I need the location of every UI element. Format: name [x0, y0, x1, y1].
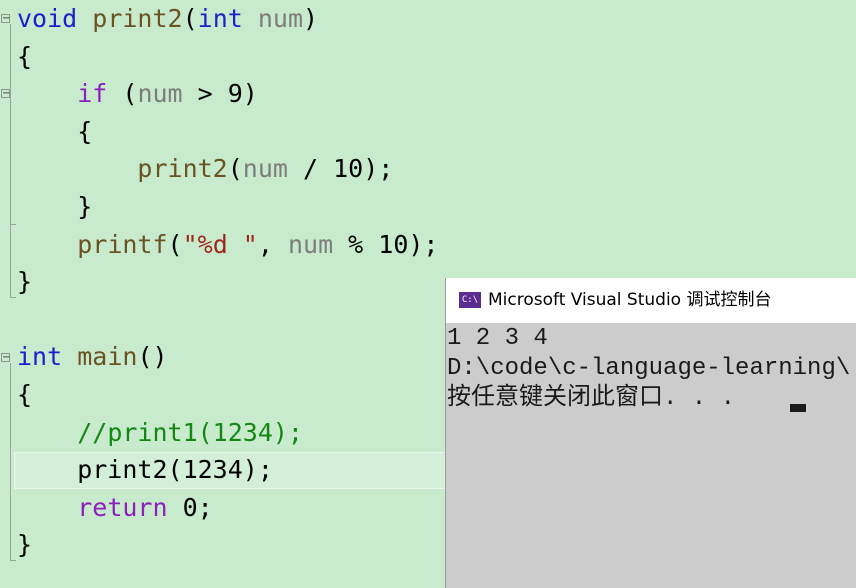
- console-output-line: 按任意键关闭此窗口. . .: [447, 385, 736, 412]
- code-line[interactable]: }: [17, 188, 92, 225]
- fold-guide-main: [10, 363, 11, 560]
- code-line[interactable]: int main(): [17, 338, 168, 375]
- code-token: > 9): [182, 79, 258, 109]
- console-output-line: 1 2 3 4: [447, 325, 548, 352]
- code-token: }: [17, 267, 33, 297]
- code-token: (: [107, 79, 138, 109]
- code-token: ): [303, 4, 319, 33]
- code-token: (: [227, 154, 243, 184]
- code-token: / 10);: [287, 154, 394, 184]
- fold-end-print2: [10, 297, 16, 298]
- code-token: print2: [92, 4, 183, 33]
- code-line[interactable]: {: [17, 376, 32, 413]
- code-line[interactable]: void print2(int num): [17, 0, 318, 37]
- code-token: 0;: [167, 492, 213, 522]
- code-token: main: [77, 342, 138, 372]
- code-line[interactable]: //print1(1234);: [17, 414, 303, 451]
- code-token: print2: [137, 154, 228, 184]
- console-output-line: D:\code\c-language-learning\: [447, 355, 851, 382]
- fold-end-if: [10, 224, 16, 225]
- code-token: {: [17, 380, 33, 409]
- code-line[interactable]: {: [17, 113, 92, 150]
- collapse-icon[interactable]: −: [1, 89, 10, 99]
- code-token: //print1(1234);: [77, 417, 303, 447]
- code-line[interactable]: }: [17, 263, 32, 300]
- code-token: num: [257, 4, 304, 33]
- code-token: }: [17, 530, 33, 560]
- code-line[interactable]: }: [17, 526, 32, 563]
- code-token: void: [17, 4, 78, 33]
- code-token: (): [137, 342, 168, 372]
- code-line[interactable]: if (num > 9): [17, 75, 258, 112]
- text-cursor: [790, 404, 806, 412]
- code-token: {: [17, 41, 33, 71]
- code-token: % 10);: [333, 229, 439, 259]
- code-line[interactable]: {: [17, 38, 32, 75]
- code-token: print2(1234);: [17, 455, 273, 485]
- code-token: num: [287, 229, 334, 259]
- code-token: num: [137, 79, 183, 109]
- code-token: printf: [77, 229, 168, 259]
- code-token: if: [77, 79, 108, 109]
- fold-guide-if: [10, 99, 11, 224]
- code-line[interactable]: print2(1234);: [17, 451, 273, 488]
- code-token: (: [167, 229, 183, 259]
- debug-console-window[interactable]: C:\ Microsoft Visual Studio 调试控制台 1 2 3 …: [445, 278, 856, 588]
- code-token: int: [17, 342, 63, 372]
- code-token: }: [17, 192, 93, 221]
- code-token: num: [242, 154, 288, 184]
- collapse-icon[interactable]: −: [1, 353, 10, 363]
- code-token: return: [77, 492, 168, 522]
- code-token: (: [182, 4, 198, 33]
- console-title-bar[interactable]: C:\ Microsoft Visual Studio 调试控制台: [446, 278, 856, 323]
- code-token: int: [197, 4, 243, 33]
- code-token: {: [17, 116, 93, 146]
- code-token: ,: [257, 229, 288, 259]
- collapse-icon[interactable]: −: [1, 14, 10, 24]
- fold-end-main: [10, 560, 16, 561]
- console-title: Microsoft Visual Studio 调试控制台: [488, 290, 772, 310]
- code-line[interactable]: return 0;: [17, 489, 213, 526]
- code-line[interactable]: print2(num / 10);: [17, 150, 393, 187]
- code-token: "%d ": [182, 229, 258, 259]
- console-app-icon: C:\: [459, 292, 481, 308]
- code-line[interactable]: printf("%d ", num % 10);: [17, 226, 438, 263]
